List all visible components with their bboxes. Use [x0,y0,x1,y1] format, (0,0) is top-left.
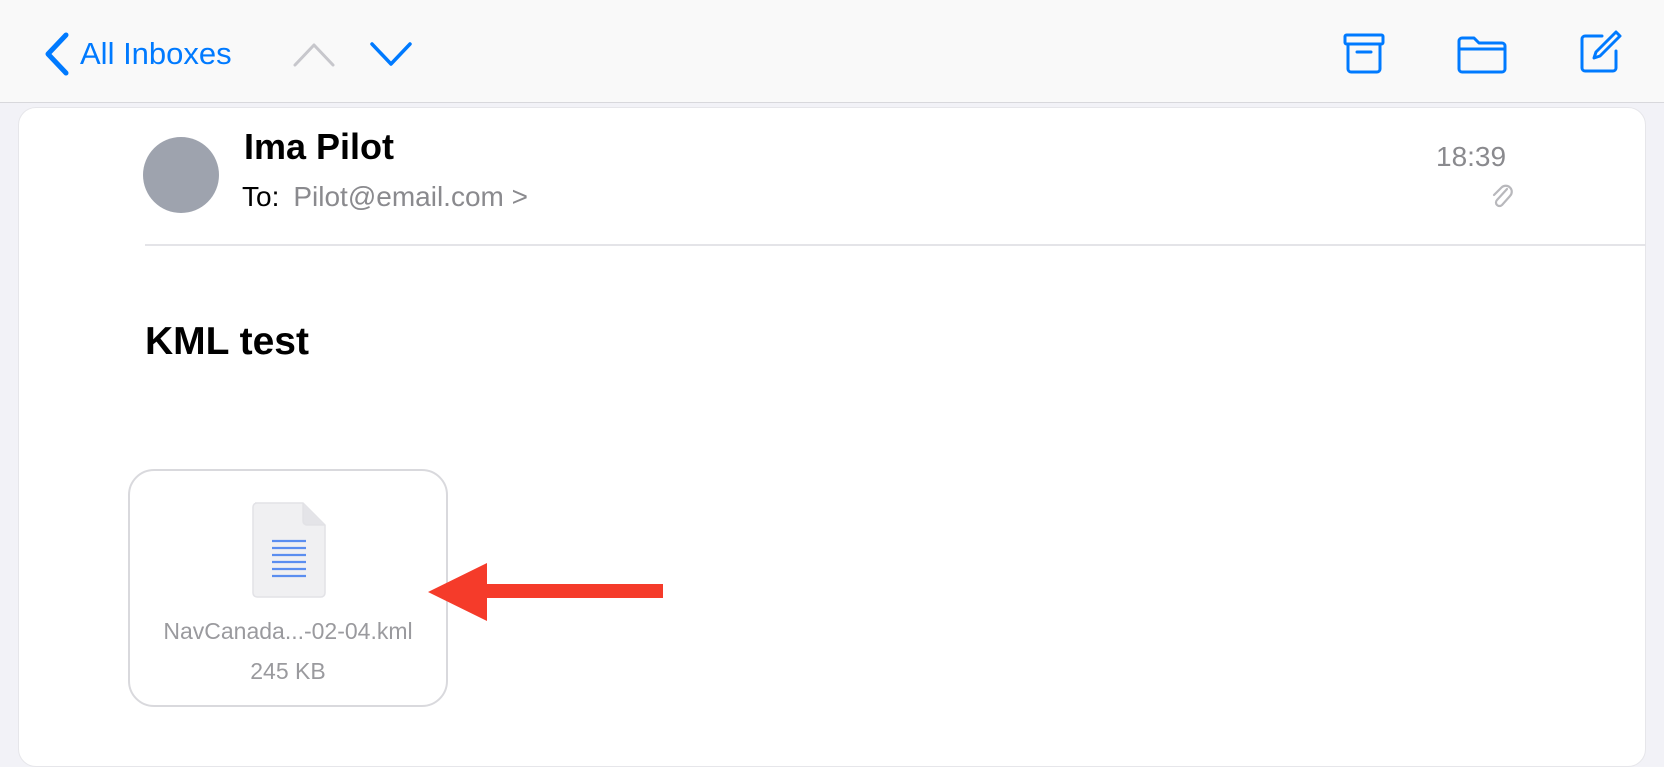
archive-icon[interactable] [1342,31,1386,75]
to-label: To: [242,181,280,212]
recipient-line: To: Pilot@email.com > [242,181,528,213]
chevron-down-icon[interactable] [369,40,413,68]
message-time: 18:39 [1436,141,1507,172]
chevron-up-icon[interactable] [292,40,336,68]
attachment-tile[interactable]: NavCanada...-02-04.kml 245 KB [128,469,448,707]
avatar[interactable] [143,137,219,213]
folder-icon[interactable] [1456,33,1508,75]
sender-name[interactable]: Ima Pilot [244,126,394,168]
header-divider [145,244,1646,246]
compose-icon[interactable] [1576,28,1624,76]
attachment-size: 245 KB [250,658,326,684]
back-button-label: All Inboxes [80,36,232,71]
document-icon [251,501,327,604]
recipient-address[interactable]: Pilot@email.com > [293,181,528,212]
message-subject: KML test [145,320,309,363]
annotation-arrow [425,560,665,629]
chevron-left-icon [44,32,70,76]
navigation-bar: All Inboxes [0,0,1664,103]
back-button[interactable]: All Inboxes [44,32,232,76]
paperclip-icon [1490,183,1514,216]
attachment-filename: NavCanada...-02-04.kml [163,618,413,644]
